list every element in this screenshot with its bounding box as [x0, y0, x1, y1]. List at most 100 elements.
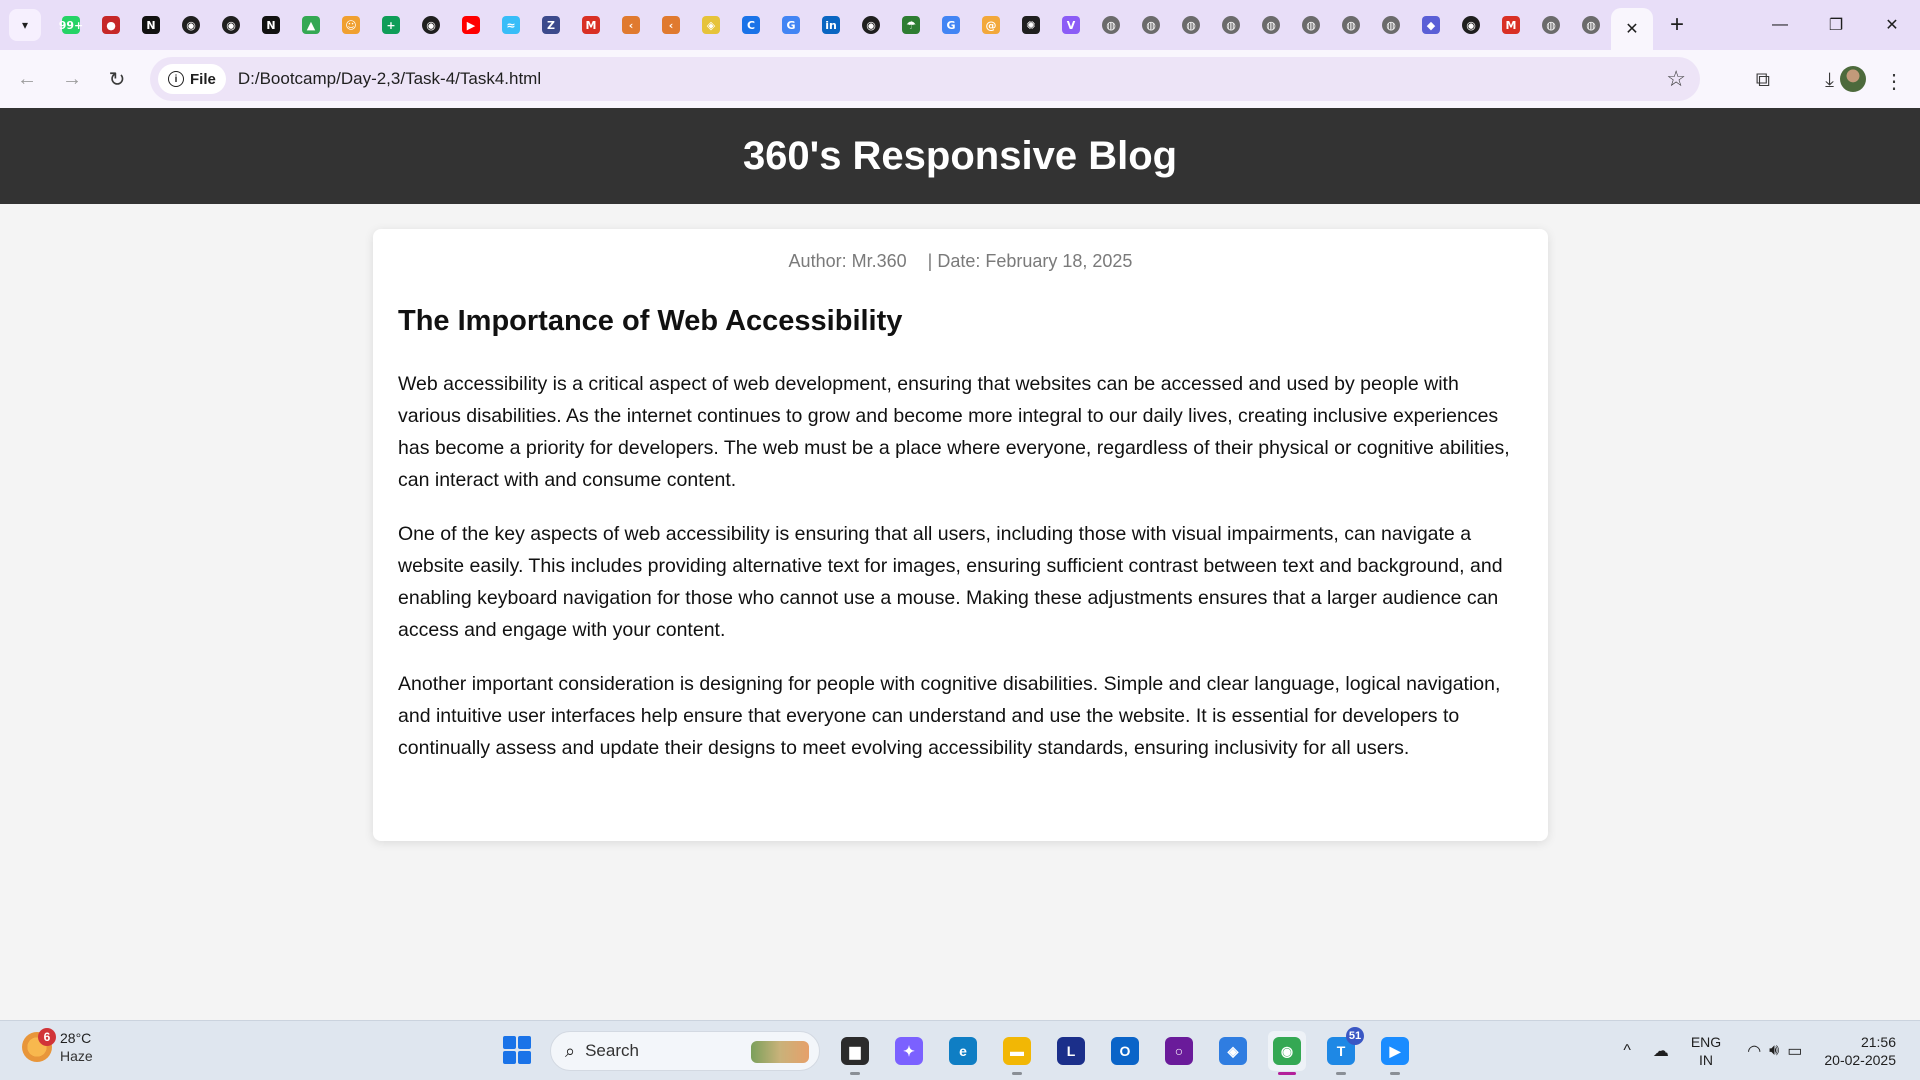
- browser-tab[interactable]: ◈: [691, 7, 731, 43]
- weather-badge: 6: [38, 1028, 56, 1046]
- google-icon: G: [942, 16, 960, 34]
- back-button[interactable]: ←: [9, 61, 45, 97]
- chrome-icon: ◉: [1273, 1037, 1301, 1065]
- taskbar-app[interactable]: ▆: [836, 1031, 874, 1075]
- browser-tab[interactable]: @: [971, 7, 1011, 43]
- browser-tab[interactable]: ◉: [171, 7, 211, 43]
- weather-widget[interactable]: 6 28°C Haze: [22, 1028, 93, 1065]
- taskbar-app[interactable]: ▶: [1376, 1031, 1414, 1075]
- wifi-icon[interactable]: ◠: [1747, 1041, 1761, 1061]
- taskbar-app[interactable]: e: [944, 1031, 982, 1071]
- active-browser-tab[interactable]: ✕: [1611, 8, 1653, 50]
- blog-post-card: Author: Mr.360 | Date: February 18, 2025…: [373, 229, 1548, 841]
- menu-icon[interactable]: ⋮: [1884, 69, 1904, 94]
- start-button[interactable]: [503, 1036, 531, 1064]
- browser-tab[interactable]: ☺: [331, 7, 371, 43]
- browser-tab[interactable]: ●: [91, 7, 131, 43]
- site-info-chip[interactable]: i File: [158, 64, 226, 94]
- taskbar-app[interactable]: ◉: [1268, 1031, 1306, 1075]
- profile-avatar[interactable]: [1840, 66, 1866, 92]
- taskbar-app[interactable]: O: [1106, 1031, 1144, 1071]
- browser-tab[interactable]: ≈: [491, 7, 531, 43]
- taskbar-app[interactable]: ◈: [1214, 1031, 1252, 1071]
- browser-tab[interactable]: ◍: [1371, 7, 1411, 43]
- taskbar-app[interactable]: ▬: [998, 1031, 1036, 1075]
- browser-tab[interactable]: V: [1051, 7, 1091, 43]
- browser-tab[interactable]: N: [131, 7, 171, 43]
- browser-tab[interactable]: M: [571, 7, 611, 43]
- forward-button[interactable]: →: [54, 61, 90, 97]
- browser-tab[interactable]: ▶: [451, 7, 491, 43]
- browser-tab[interactable]: ‹: [651, 7, 691, 43]
- clock[interactable]: 21:56 20-02-2025: [1824, 1033, 1896, 1069]
- post-author: Author: Mr.360: [788, 251, 907, 271]
- browser-tab[interactable]: M: [1491, 7, 1531, 43]
- restore-button[interactable]: ❐: [1808, 0, 1864, 50]
- browser-tab[interactable]: ◉: [211, 7, 251, 43]
- taskbar-app[interactable]: ✦: [890, 1031, 928, 1071]
- browser-tab[interactable]: ◍: [1211, 7, 1251, 43]
- close-window-button[interactable]: ✕: [1864, 0, 1920, 50]
- extensions-icon[interactable]: ⧉: [1756, 69, 1770, 92]
- browser-tab[interactable]: ◍: [1131, 7, 1171, 43]
- browser-tab[interactable]: ◍: [1091, 7, 1131, 43]
- browser-tab[interactable]: ◍: [1291, 7, 1331, 43]
- browser-tab[interactable]: ✺: [1011, 7, 1051, 43]
- browser-tab[interactable]: ◍: [1531, 7, 1571, 43]
- download-icon[interactable]: ⤓: [1825, 69, 1834, 92]
- windows-logo-pane: [518, 1051, 531, 1064]
- windows-logo-pane: [518, 1036, 531, 1049]
- edge-icon: e: [949, 1037, 977, 1065]
- battery-icon[interactable]: ▭: [1787, 1041, 1802, 1061]
- weather-icon: 6: [22, 1028, 56, 1062]
- browser-tab[interactable]: ◍: [1171, 7, 1211, 43]
- codeium-icon: ‹: [662, 16, 680, 34]
- onedrive-offline-icon[interactable]: ☁: [1653, 1041, 1669, 1061]
- browser-tab[interactable]: ◍: [1571, 7, 1611, 43]
- browser-tab[interactable]: in: [811, 7, 851, 43]
- taskbar-search[interactable]: ⌕ Search: [550, 1031, 820, 1071]
- reload-button[interactable]: ↻: [99, 61, 135, 97]
- input-language[interactable]: ENG IN: [1691, 1033, 1721, 1069]
- globe-icon: ◍: [1302, 16, 1320, 34]
- volume-icon[interactable]: 🔊︎: [1769, 1042, 1779, 1060]
- openai-icon: ✺: [1022, 16, 1040, 34]
- browser-tab[interactable]: N: [251, 7, 291, 43]
- globe-icon: ◍: [1222, 16, 1240, 34]
- browser-tab[interactable]: 99+: [51, 7, 91, 43]
- browser-tab[interactable]: Z: [531, 7, 571, 43]
- outlook-icon: O: [1111, 1037, 1139, 1065]
- bookmark-star-icon[interactable]: ☆: [1666, 66, 1686, 92]
- taskbar-app[interactable]: L: [1052, 1031, 1090, 1071]
- taskbar-app[interactable]: T 51: [1322, 1027, 1364, 1075]
- browser-tab[interactable]: ‹: [611, 7, 651, 43]
- browser-tab[interactable]: ☂: [891, 7, 931, 43]
- browser-tab[interactable]: ▲: [291, 7, 331, 43]
- chat-app-icon: ◆: [1422, 16, 1440, 34]
- vite-icon: V: [1062, 16, 1080, 34]
- search-highlight-image: [751, 1041, 809, 1063]
- taskbar-app[interactable]: ○: [1160, 1031, 1198, 1071]
- browser-tab[interactable]: G: [931, 7, 971, 43]
- url-text[interactable]: D:/Bootcamp/Day-2,3/Task-4/Task4.html: [238, 69, 541, 89]
- new-tab-button[interactable]: +: [1659, 7, 1695, 43]
- search-label: Search: [585, 1041, 639, 1060]
- browser-tab[interactable]: ◍: [1251, 7, 1291, 43]
- globe-icon: ◍: [1182, 16, 1200, 34]
- minimize-button[interactable]: —: [1752, 0, 1808, 50]
- show-hidden-icons-chevron-icon[interactable]: ^: [1623, 1042, 1631, 1060]
- browser-tab[interactable]: C: [731, 7, 771, 43]
- browser-tab[interactable]: ◆: [1411, 7, 1451, 43]
- browser-tab[interactable]: ◉: [851, 7, 891, 43]
- umbrella-icon: ☂: [902, 16, 920, 34]
- address-bar[interactable]: i File D:/Bootcamp/Day-2,3/Task-4/Task4.…: [150, 57, 1700, 101]
- close-tab-icon[interactable]: ✕: [1625, 19, 1638, 39]
- browser-tab[interactable]: ◉: [411, 7, 451, 43]
- browser-tab[interactable]: ◉: [1451, 7, 1491, 43]
- region-code: IN: [1699, 1052, 1714, 1068]
- browser-tab[interactable]: G: [771, 7, 811, 43]
- site-header: 360's Responsive Blog: [0, 108, 1920, 204]
- tab-search-menu-icon[interactable]: ▾: [9, 9, 41, 41]
- browser-tab[interactable]: ◍: [1331, 7, 1371, 43]
- browser-tab[interactable]: +: [371, 7, 411, 43]
